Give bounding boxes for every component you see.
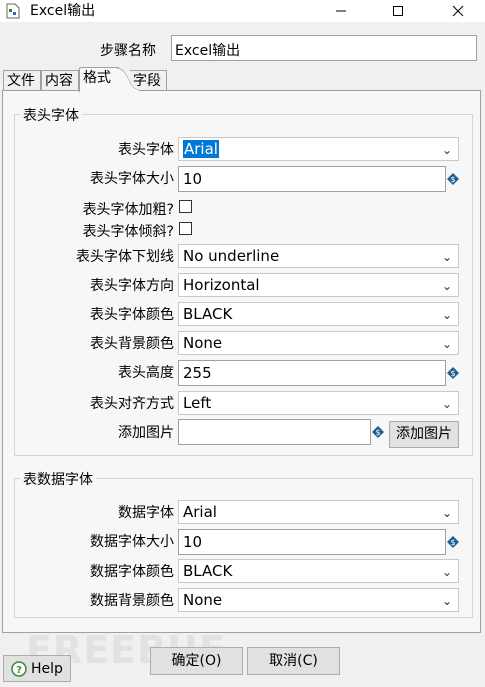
chevron-down-icon: ⌄ bbox=[441, 250, 452, 264]
chevron-down-icon: ⌄ bbox=[441, 397, 452, 411]
cancel-button[interactable]: 取消(C) bbox=[247, 647, 340, 675]
header-bg-value: None bbox=[183, 334, 223, 352]
header-font-size-input[interactable]: 10 bbox=[178, 166, 446, 192]
header-font-label: 表头字体 bbox=[118, 142, 174, 158]
data-bg-value: None bbox=[183, 591, 223, 609]
chevron-down-icon: ⌄ bbox=[441, 594, 452, 608]
header-color-value: BLACK bbox=[183, 305, 233, 323]
help-label: Help bbox=[31, 660, 63, 677]
header-font-value: Arial bbox=[183, 140, 219, 158]
tab-file[interactable]: 文件 bbox=[3, 70, 41, 90]
svg-text:$: $ bbox=[450, 538, 455, 547]
data-font-select[interactable]: Arial ⌄ bbox=[178, 500, 459, 524]
header-height-input[interactable]: 255 bbox=[178, 360, 446, 386]
variable-icon[interactable]: $ bbox=[447, 536, 459, 548]
data-bg-select[interactable]: None ⌄ bbox=[178, 588, 459, 612]
add-image-input[interactable] bbox=[178, 419, 371, 445]
header-color-select[interactable]: BLACK ⌄ bbox=[178, 302, 459, 326]
variable-icon[interactable]: $ bbox=[447, 173, 459, 185]
header-orientation-select[interactable]: Horizontal ⌄ bbox=[178, 273, 459, 297]
help-button[interactable]: ? Help bbox=[3, 655, 71, 682]
variable-icon[interactable]: $ bbox=[372, 426, 384, 438]
header-bold-checkbox[interactable] bbox=[179, 200, 192, 213]
header-height-label: 表头高度 bbox=[118, 365, 174, 381]
data-font-size-label: 数据字体大小 bbox=[90, 534, 174, 550]
data-color-value: BLACK bbox=[183, 562, 233, 580]
svg-text:$: $ bbox=[375, 428, 380, 437]
chevron-down-icon: ⌄ bbox=[441, 143, 452, 157]
header-orientation-value: Horizontal bbox=[183, 276, 260, 294]
data-bg-label: 数据背景颜色 bbox=[90, 593, 174, 609]
app-icon bbox=[6, 3, 20, 19]
minimize-icon bbox=[336, 10, 346, 12]
tab-content[interactable]: 内容 bbox=[41, 70, 79, 90]
header-bg-select[interactable]: None ⌄ bbox=[178, 331, 459, 355]
data-font-group-title: 表数据字体 bbox=[20, 469, 96, 489]
chevron-down-icon: ⌄ bbox=[441, 279, 452, 293]
step-name-input[interactable]: Excel输出 bbox=[171, 35, 477, 61]
add-image-label: 添加图片 bbox=[118, 425, 174, 441]
header-align-label: 表头对齐方式 bbox=[90, 396, 174, 412]
header-align-value: Left bbox=[183, 394, 212, 412]
header-underline-value: No underline bbox=[183, 247, 280, 265]
data-font-value: Arial bbox=[183, 503, 217, 521]
header-align-select[interactable]: Left ⌄ bbox=[178, 391, 459, 415]
data-color-select[interactable]: BLACK ⌄ bbox=[178, 559, 459, 583]
header-bold-label: 表头字体加粗? bbox=[82, 202, 174, 218]
header-italic-checkbox[interactable] bbox=[179, 222, 192, 235]
data-font-label: 数据字体 bbox=[118, 505, 174, 521]
header-font-size-label: 表头字体大小 bbox=[90, 171, 174, 187]
header-underline-label: 表头字体下划线 bbox=[76, 249, 174, 265]
header-bg-label: 表头背景颜色 bbox=[90, 336, 174, 352]
svg-text:?: ? bbox=[16, 665, 22, 676]
add-image-button[interactable]: 添加图片 bbox=[389, 421, 459, 448]
help-icon: ? bbox=[11, 660, 27, 677]
ok-button[interactable]: 确定(O) bbox=[150, 647, 243, 675]
maximize-icon bbox=[393, 6, 403, 16]
svg-text:$: $ bbox=[450, 175, 455, 184]
close-icon bbox=[452, 5, 464, 17]
minimize-button[interactable] bbox=[318, 0, 364, 22]
chevron-down-icon: ⌄ bbox=[441, 308, 452, 322]
variable-icon[interactable]: $ bbox=[447, 367, 459, 379]
header-italic-label: 表头字体倾斜? bbox=[82, 224, 174, 240]
chevron-down-icon: ⌄ bbox=[441, 337, 452, 351]
header-underline-select[interactable]: No underline ⌄ bbox=[178, 244, 459, 268]
svg-text:$: $ bbox=[450, 369, 455, 378]
header-font-select[interactable]: Arial ⌄ bbox=[178, 137, 459, 161]
chevron-down-icon: ⌄ bbox=[441, 565, 452, 579]
data-font-size-input[interactable]: 10 bbox=[178, 529, 446, 555]
data-color-label: 数据字体颜色 bbox=[90, 564, 174, 580]
window-title: Excel输出 bbox=[30, 3, 96, 19]
header-color-label: 表头字体颜色 bbox=[90, 307, 174, 323]
close-button[interactable] bbox=[435, 0, 481, 22]
tab-fields[interactable]: 字段 bbox=[130, 70, 167, 90]
maximize-button[interactable] bbox=[375, 0, 421, 22]
header-orientation-label: 表头字体方向 bbox=[90, 278, 174, 294]
chevron-down-icon: ⌄ bbox=[441, 506, 452, 520]
header-font-group-title: 表头字体 bbox=[20, 105, 82, 125]
step-name-label: 步骤名称 bbox=[100, 43, 156, 59]
